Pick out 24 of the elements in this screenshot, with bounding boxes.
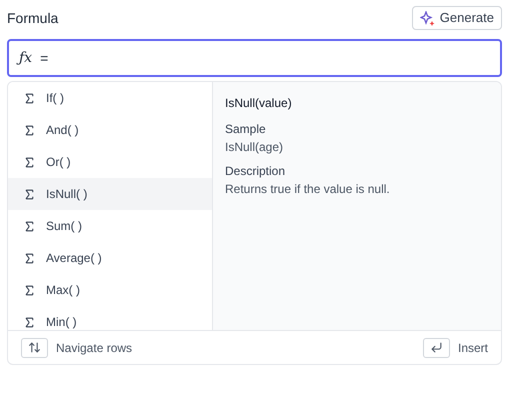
description-heading: Description [225, 163, 286, 180]
function-signature: IsNull(value) [225, 95, 293, 112]
sparkle-icon [420, 10, 435, 26]
sigma-icon [23, 92, 36, 104]
up-down-arrows-icon [28, 341, 41, 354]
function-item[interactable]: IsNull( ) [8, 178, 212, 210]
formula-field[interactable]: ƒx = [7, 39, 502, 77]
sigma-icon [23, 188, 36, 200]
sigma-icon [23, 252, 36, 264]
field-label: Formula [7, 8, 58, 28]
sigma-icon [23, 124, 36, 136]
sigma-icon [23, 220, 36, 232]
enter-icon [430, 341, 443, 354]
sigma-icon [23, 156, 36, 168]
navigate-hint: Navigate rows [56, 340, 132, 356]
description-text: Returns true if the value is null. [225, 181, 391, 198]
generate-button[interactable]: Generate [412, 6, 502, 30]
insert-hint: Insert [458, 340, 488, 356]
sample-text: IsNull(age) [225, 139, 284, 156]
formula-value: = [40, 48, 48, 68]
sample-heading: Sample [225, 121, 267, 138]
sigma-icon [23, 316, 36, 328]
sigma-icon [23, 284, 36, 296]
fx-label: ƒx [19, 48, 32, 68]
